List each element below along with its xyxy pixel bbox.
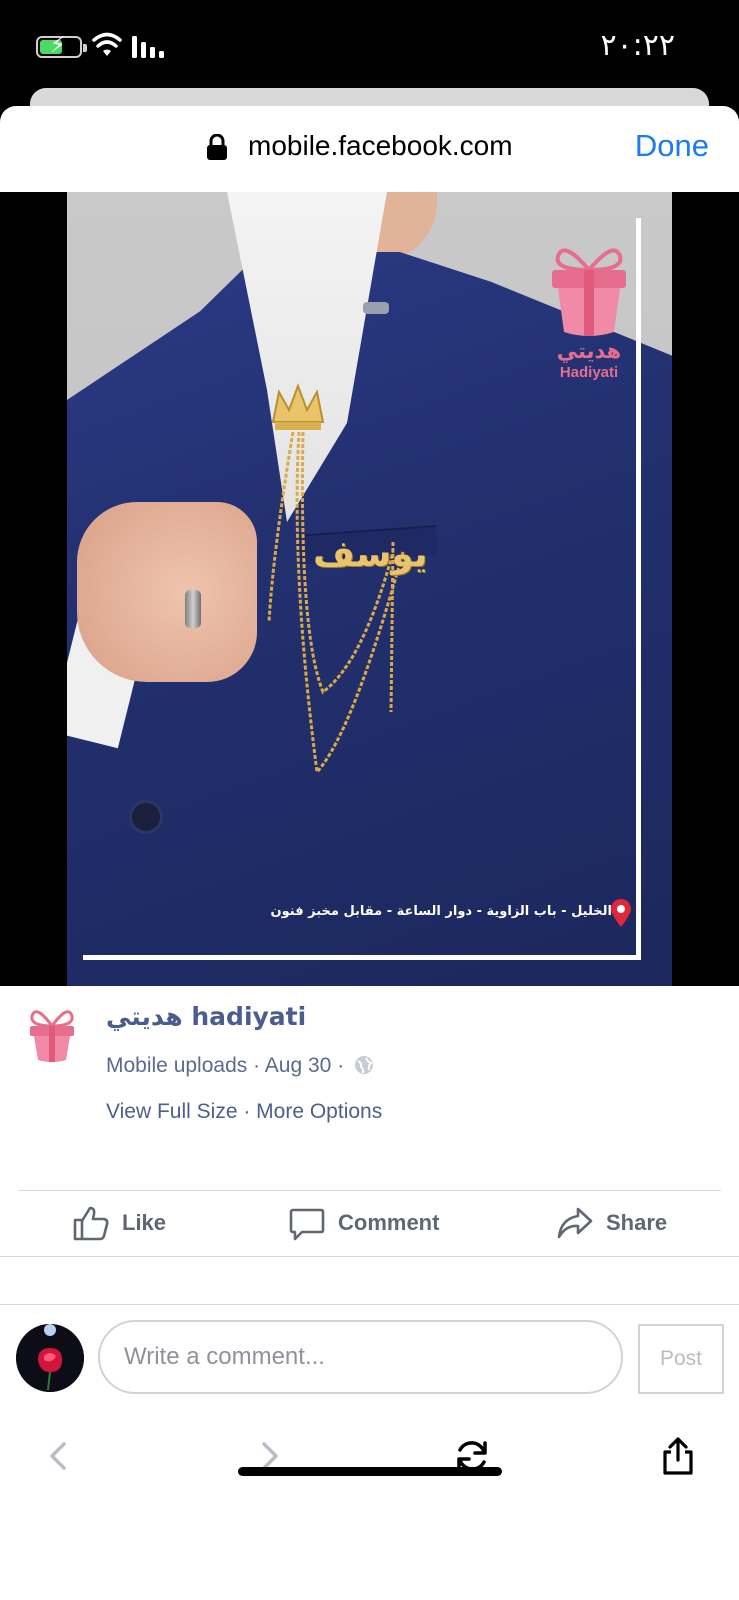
status-time: ٢٠:٢٢: [600, 28, 675, 63]
comment-icon: [289, 1208, 325, 1241]
like-button[interactable]: Like: [72, 1203, 166, 1243]
back-icon[interactable]: [40, 1436, 80, 1476]
share-arrow-icon: [557, 1207, 593, 1239]
post-meta: Mobile uploads · Aug 30 ·: [106, 1054, 374, 1078]
post-photo[interactable]: يوسف هديتي Hadiyati الخليل - باب الزاوية…: [67, 192, 672, 986]
like-label: Like: [122, 1210, 167, 1235]
address-text: الخليل - باب الزاوية - دوار الساعة - مقا…: [270, 904, 612, 919]
page-avatar[interactable]: [22, 1004, 82, 1074]
brand-watermark: هديتي Hadiyati: [534, 240, 644, 381]
globe-icon: [355, 1056, 374, 1074]
user-avatar[interactable]: [16, 1324, 84, 1392]
comment-composer: Post: [0, 1312, 739, 1402]
share-label: Share: [606, 1210, 668, 1235]
rose-image: [16, 1324, 84, 1392]
watermark-english: Hadiyati: [559, 364, 619, 381]
post-actions: Like Comment Share: [0, 1191, 739, 1257]
more-options-link[interactable]: More Options: [256, 1100, 382, 1123]
done-button[interactable]: Done: [635, 128, 709, 164]
battery-icon: ⚡: [36, 34, 87, 58]
url-bar: mobile.facebook.com Done: [0, 106, 739, 192]
share-button[interactable]: Share: [556, 1203, 667, 1243]
post-source[interactable]: Mobile uploads: [106, 1054, 247, 1077]
url-text[interactable]: mobile.facebook.com: [248, 130, 513, 162]
photo-viewer[interactable]: يوسف هديتي Hadiyati الخليل - باب الزاوية…: [0, 192, 739, 986]
post-info: هديتي hadiyati Mobile uploads · Aug 30 ·…: [0, 986, 739, 1196]
post-button[interactable]: Post: [638, 1324, 724, 1394]
share-icon[interactable]: [658, 1436, 698, 1476]
lock-icon: [207, 134, 227, 160]
home-indicator[interactable]: [238, 1467, 502, 1476]
comment-input[interactable]: [98, 1320, 623, 1394]
browser-toolbar: [0, 1406, 739, 1506]
page-name[interactable]: هديتي hadiyati: [106, 1002, 306, 1031]
watermark-arabic: هديتي: [556, 339, 622, 363]
comment-button[interactable]: Comment: [288, 1203, 439, 1243]
post-date[interactable]: Aug 30: [265, 1054, 332, 1077]
browser-sheet: mobile.facebook.com Done يوسف هديتي Hadi…: [0, 106, 739, 1600]
comment-label: Comment: [338, 1210, 440, 1235]
location-pin-icon: [611, 899, 631, 927]
post-links: View Full Size · More Options: [106, 1100, 383, 1123]
wifi-icon: [92, 32, 122, 56]
gift-logo-icon: [552, 248, 626, 336]
status-bar: ⚡ ٢٠:٢٢: [0, 0, 739, 90]
signal-icon: [132, 36, 164, 58]
view-full-size-link[interactable]: View Full Size: [106, 1100, 238, 1123]
divider: [0, 1304, 739, 1305]
like-icon: [73, 1206, 109, 1241]
